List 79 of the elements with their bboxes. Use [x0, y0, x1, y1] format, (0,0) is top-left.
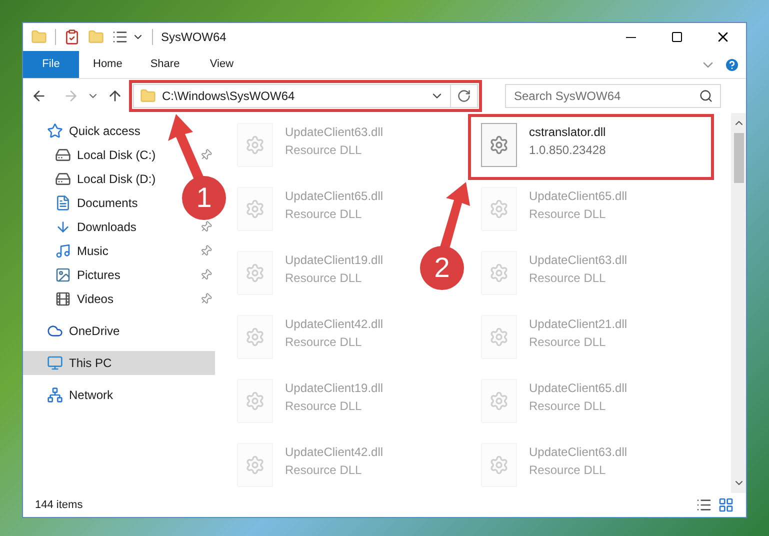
film-icon [55, 291, 71, 307]
item-count: 144 items [35, 498, 84, 513]
sidebar-item[interactable]: Documents [23, 191, 146, 215]
picture-icon [55, 267, 71, 283]
sidebar-item[interactable]: Quick access [23, 119, 148, 143]
file-gear-icon [481, 187, 517, 231]
file-detail: Resource DLL [285, 398, 363, 415]
help-icon[interactable] [724, 56, 740, 72]
sidebar-item[interactable]: Downloads [23, 215, 144, 239]
file-detail: Resource DLL [285, 206, 363, 223]
details-view-icon[interactable] [696, 497, 712, 513]
file-detail: Resource DLL [529, 462, 607, 479]
file-detail: Resource DLL [529, 334, 607, 351]
file-detail: Resource DLL [529, 270, 607, 287]
file-detail: Resource DLL [285, 142, 363, 159]
file-item[interactable]: cstranslator.dll 1.0.850.23428 [473, 119, 614, 175]
monitor-icon [47, 355, 63, 371]
file-detail: 1.0.850.23428 [529, 142, 606, 159]
file-name: UpdateClient65.dll [529, 380, 628, 397]
file-detail: Resource DLL [285, 334, 363, 351]
file-gear-icon [481, 443, 517, 487]
ribbon-tab[interactable]: File [23, 51, 79, 78]
cloud-icon [47, 323, 63, 339]
file-detail: Resource DLL [529, 206, 607, 223]
file-name: UpdateClient21.dll [529, 316, 628, 333]
document-icon [55, 195, 71, 211]
large-icons-view-icon[interactable] [718, 497, 734, 513]
maximize-icon [671, 31, 683, 43]
vertical-scrollbar[interactable] [731, 113, 746, 493]
sidebar-item[interactable]: This PC [23, 351, 215, 375]
sidebar-item[interactable]: Local Disk (C:) [23, 143, 164, 167]
network-icon [47, 387, 63, 403]
sidebar-item[interactable]: Pictures [23, 263, 128, 287]
file-name: UpdateClient19.dll [285, 252, 384, 269]
scrollbar-thumb[interactable] [734, 133, 744, 183]
file-name: UpdateClient63.dll [285, 124, 384, 141]
file-name: UpdateClient42.dll [285, 316, 384, 333]
ribbon-tab[interactable]: Home [79, 51, 136, 78]
file-name: UpdateClient63.dll [529, 444, 628, 461]
star-icon [47, 123, 63, 139]
file-gear-icon [237, 443, 273, 487]
search-field[interactable]: Search SysWOW64 [505, 84, 721, 108]
file-gear-icon [481, 251, 517, 295]
sidebar-item[interactable]: OneDrive [23, 319, 128, 343]
file-detail: Resource DLL [285, 270, 363, 287]
file-gear-icon [237, 187, 273, 231]
file-gear-icon [237, 251, 273, 295]
properties-icon[interactable] [64, 29, 80, 45]
window-title: SysWOW64 [161, 29, 226, 46]
ribbon-tab[interactable]: View [194, 51, 250, 78]
file-name: UpdateClient65.dll [529, 188, 628, 205]
file-gear-icon [481, 379, 517, 423]
file-detail: Resource DLL [529, 398, 607, 415]
file-detail: Resource DLL [285, 462, 363, 479]
sidebar-item[interactable]: Network [23, 383, 122, 407]
file-gear-icon [237, 123, 273, 167]
file-gear-icon [237, 315, 273, 359]
sidebar-item[interactable]: Local Disk (D:) [23, 167, 164, 191]
refresh-icon[interactable] [457, 89, 471, 103]
file-name: UpdateClient19.dll [285, 380, 384, 397]
folder-icon [140, 88, 156, 104]
ribbon-tab[interactable]: Share [136, 51, 194, 78]
view-list-icon[interactable] [112, 29, 128, 45]
file-name: UpdateClient42.dll [285, 444, 384, 461]
music-note-icon [55, 243, 71, 259]
arrow [440, 182, 470, 250]
file-name: cstranslator.dll [529, 124, 606, 141]
file-gear-icon [237, 379, 273, 423]
address-bar[interactable]: C:\Windows\SysWOW64 [133, 84, 478, 108]
file-name: UpdateClient63.dll [529, 252, 628, 269]
sidebar-item[interactable]: Music [23, 239, 116, 263]
hard-drive-icon [55, 147, 71, 163]
minimize-icon [626, 36, 636, 38]
sidebar-item[interactable]: Videos [23, 287, 122, 311]
file-name: UpdateClient65.dll [285, 188, 384, 205]
file-gear-icon [481, 315, 517, 359]
file-gear-icon [481, 123, 517, 167]
hard-drive-icon [55, 171, 71, 187]
search-icon[interactable] [699, 89, 713, 103]
